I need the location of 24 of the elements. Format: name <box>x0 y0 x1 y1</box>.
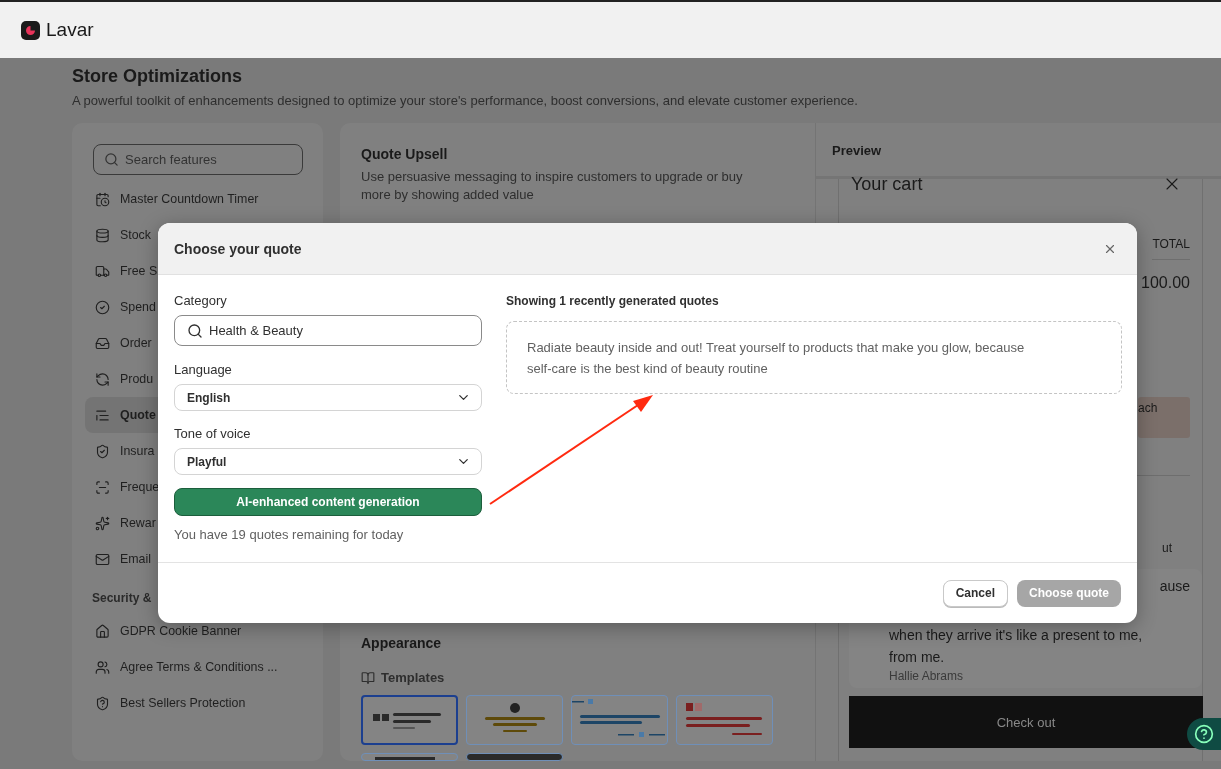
field-label: Tone of voice <box>174 426 252 441</box>
column-header: TOTAL <box>1152 237 1190 260</box>
page-title: Store Optimizations <box>72 66 243 87</box>
field-label: Language <box>174 362 233 377</box>
feature-title: Quote Upsell <box>361 146 449 162</box>
remaining-text: You have 19 quotes remaining for today <box>174 527 405 542</box>
review-author: Hallie Abrams <box>889 669 965 683</box>
templates-label: Templates <box>381 670 445 685</box>
dialog-title: Choose your quote <box>174 240 302 257</box>
promo-banner: ach <box>1138 397 1190 438</box>
review-text: ause <box>1159 577 1190 596</box>
review-text: from me. <box>889 648 945 667</box>
results-heading: Showing 1 recently generated quotes <box>506 294 720 308</box>
review-text: when they arrive it's like a present to me, <box>889 626 1143 645</box>
field-label: Category <box>174 293 228 308</box>
page-subtitle: A powerful toolkit of enhancements designed to optimize your store's performance, boost conversions, and elevate customer experience. <box>72 93 859 108</box>
price: 100.00 <box>1141 274 1190 292</box>
cart-title: Your cart <box>851 173 923 195</box>
feature-description: Use persuasive messaging to inspire customers to upgrade or buy more by showing added value <box>361 168 744 204</box>
preview-title: Preview <box>831 143 883 158</box>
section-title: Appearance <box>361 635 443 651</box>
section-heading: Security & <box>91 590 153 607</box>
app-name: Lavar <box>46 19 94 41</box>
cart-text: ut <box>1162 541 1172 555</box>
